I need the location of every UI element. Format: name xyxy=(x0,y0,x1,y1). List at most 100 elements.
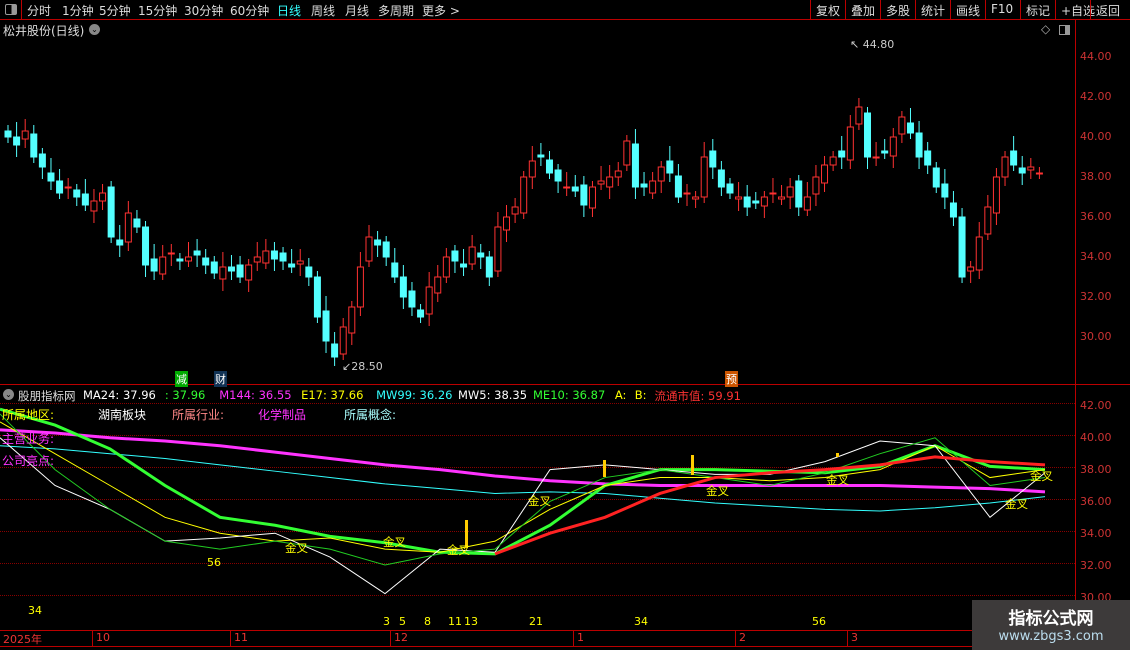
time-divider xyxy=(92,630,93,646)
series-mw5 xyxy=(0,437,1046,595)
candle xyxy=(528,146,536,189)
concept-label: 所属概念: xyxy=(344,408,397,422)
candle xyxy=(872,142,880,166)
candle xyxy=(778,185,786,205)
tab-6[interactable]: 日线 xyxy=(277,2,301,19)
price-tick: 44.00 xyxy=(1080,50,1112,63)
indicator-tick: 34.00 xyxy=(1080,527,1112,540)
candle xyxy=(13,122,21,157)
candle xyxy=(915,121,923,169)
candle xyxy=(545,151,553,179)
toolbar-button-8[interactable]: 返回 xyxy=(1090,0,1125,20)
candle xyxy=(288,249,296,273)
signal-bar xyxy=(836,453,839,457)
candle xyxy=(511,198,519,223)
candle xyxy=(623,135,631,171)
candle xyxy=(47,158,55,190)
candle xyxy=(270,242,278,271)
fib-number: 34 xyxy=(634,615,648,628)
tab-7[interactable]: 周线 xyxy=(311,2,335,19)
candle xyxy=(331,332,339,366)
signal-bar xyxy=(691,455,694,475)
watermark-url: www.zbgs3.com xyxy=(998,629,1104,644)
time-divider xyxy=(390,630,391,646)
candle xyxy=(460,249,468,276)
time-divider xyxy=(847,630,848,646)
watermark-title: 指标公式网 xyxy=(1008,609,1094,629)
candle xyxy=(305,258,313,286)
tab-2[interactable]: 5分钟 xyxy=(99,2,131,19)
candle xyxy=(975,222,983,279)
candle xyxy=(1035,167,1043,179)
price-tick: 30.00 xyxy=(1080,330,1112,343)
candle xyxy=(477,244,485,269)
industry-value: 化学制品 xyxy=(258,408,307,422)
panel-toggle-icon[interactable] xyxy=(0,0,22,20)
toolbar-button-3[interactable]: 统计 xyxy=(915,0,950,20)
candle xyxy=(537,143,545,166)
time-label: 2 xyxy=(739,631,746,644)
candle xyxy=(580,176,588,217)
tab-9[interactable]: 多周期 xyxy=(378,2,414,19)
time-label: 10 xyxy=(96,631,110,644)
fib-number: 5 xyxy=(399,615,406,628)
time-divider xyxy=(735,630,736,646)
candle xyxy=(554,164,562,193)
candle xyxy=(348,301,356,345)
candle xyxy=(769,178,777,203)
candle xyxy=(821,156,829,192)
candle xyxy=(150,244,158,280)
tab-1[interactable]: 1分钟 xyxy=(62,2,94,19)
candle xyxy=(133,210,141,233)
tab-4[interactable]: 30分钟 xyxy=(184,2,223,19)
time-label: 11 xyxy=(234,631,248,644)
candle xyxy=(399,265,407,309)
tab-5[interactable]: 60分钟 xyxy=(230,2,269,19)
candle xyxy=(339,318,347,360)
candle xyxy=(81,179,89,211)
candle xyxy=(726,178,734,199)
candle xyxy=(356,252,364,316)
indicator-tick: 40.00 xyxy=(1080,431,1112,444)
candle xyxy=(417,304,425,323)
toolbar-button-2[interactable]: 多股 xyxy=(880,0,915,20)
candle xyxy=(176,253,184,270)
candle xyxy=(864,107,872,169)
toolbar-button-6[interactable]: 标记 xyxy=(1020,0,1055,20)
toolbar-button-4[interactable]: 画线 xyxy=(950,0,985,20)
signal-bar xyxy=(603,460,606,477)
tab-3[interactable]: 15分钟 xyxy=(138,2,177,19)
candle xyxy=(313,271,321,323)
candle xyxy=(468,235,476,270)
candle xyxy=(64,178,72,199)
candle xyxy=(674,164,682,203)
candle xyxy=(812,165,820,206)
price-tick: 34.00 xyxy=(1080,250,1112,263)
candle xyxy=(640,172,648,196)
tab-10[interactable]: 更多 > xyxy=(422,2,460,19)
candle xyxy=(846,115,854,169)
candle xyxy=(434,265,442,302)
tab-0[interactable]: 分时 xyxy=(27,2,51,19)
indicator-tick: 36.00 xyxy=(1080,495,1112,508)
business-label: 主营业务: xyxy=(2,432,55,446)
candle xyxy=(296,249,304,276)
candle xyxy=(717,161,725,196)
candle xyxy=(906,108,914,139)
candle xyxy=(949,191,957,226)
candle xyxy=(116,225,124,257)
candle xyxy=(56,169,64,199)
price-tick: 36.00 xyxy=(1080,210,1112,223)
candle xyxy=(932,162,940,193)
toolbar-button-0[interactable]: 复权 xyxy=(810,0,845,20)
toolbar-button-1[interactable]: 叠加 xyxy=(845,0,880,20)
tab-8[interactable]: 月线 xyxy=(345,2,369,19)
candle xyxy=(1010,136,1018,171)
candle xyxy=(1018,156,1026,185)
candle xyxy=(227,255,235,280)
candle xyxy=(924,142,932,174)
candle xyxy=(760,191,768,218)
toolbar-button-5[interactable]: F10 xyxy=(985,0,1018,20)
industry-label: 所属行业: xyxy=(172,408,225,422)
candle xyxy=(855,98,863,130)
